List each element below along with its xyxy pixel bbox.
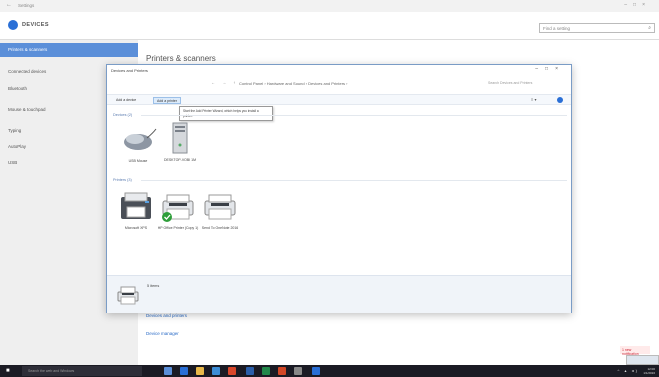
- devices-printers-window: Devices and Printers –□× ← → ↑ Control P…: [106, 64, 572, 313]
- dp-maximize-button[interactable]: □: [545, 66, 555, 72]
- notification-badge[interactable]: 1 new notification: [620, 346, 650, 356]
- help-icon[interactable]: [557, 97, 563, 103]
- printer-label: HP Office Printer (Copy 1): [157, 226, 199, 230]
- address-bar: ← → ↑ Control Panel › Hardware and Sound…: [107, 78, 571, 88]
- device-manager-link[interactable]: Device manager: [146, 331, 179, 336]
- printer-label: Microsoft XPS: [124, 226, 148, 230]
- start-windows-icon[interactable]: ■: [6, 368, 10, 374]
- taskbar: ■ Search the web and Windows ^ ▴ ◂) 12:0…: [0, 365, 659, 377]
- mouse-icon: [124, 128, 157, 150]
- file-explorer-icon[interactable]: [196, 367, 204, 375]
- settings-icon[interactable]: [294, 367, 302, 375]
- devices-and-printers-link[interactable]: Devices and printers: [146, 313, 187, 318]
- dp-toolbar: Add a device Add a printer ≡ ▾: [107, 94, 571, 105]
- computer-icon: [172, 122, 188, 154]
- clock-date: 1/1/2016: [643, 371, 655, 375]
- device-item[interactable]: USB Mouse: [117, 125, 159, 169]
- dp-window-title: Devices and Printers: [111, 68, 148, 73]
- settings-window-title: Settings: [18, 3, 35, 8]
- window-controls[interactable]: –□×: [624, 2, 651, 8]
- minimize-button[interactable]: –: [624, 2, 633, 8]
- dp-minimize-button[interactable]: –: [535, 66, 545, 72]
- view-options-icon[interactable]: ≡ ▾: [531, 97, 536, 102]
- printer-item[interactable]: HP Office Printer (Copy 1): [157, 191, 199, 247]
- app-icon[interactable]: [312, 367, 320, 375]
- mail-icon[interactable]: [228, 367, 236, 375]
- taskbar-search-input[interactable]: Search the web and Windows: [22, 366, 142, 376]
- printer-icon: [117, 286, 139, 305]
- store-icon[interactable]: [212, 367, 220, 375]
- close-button[interactable]: ×: [642, 2, 651, 8]
- add-printer-button[interactable]: Add a printer: [153, 97, 182, 104]
- back-arrow-icon[interactable]: ←: [6, 2, 12, 8]
- search-icon[interactable]: ⌕: [648, 25, 651, 31]
- dp-window-controls[interactable]: –□×: [535, 66, 565, 72]
- nav-arrows-icon[interactable]: ← → ↑: [211, 80, 238, 85]
- printer-item[interactable]: Send To OneNote 2016: [199, 191, 241, 241]
- system-tray[interactable]: ^ ▴ ◂): [618, 368, 639, 373]
- item-count: 5 items: [147, 284, 160, 288]
- maximize-button[interactable]: □: [633, 2, 642, 8]
- desktop-preview[interactable]: [626, 355, 659, 365]
- clock[interactable]: 12:00 1/1/2016: [643, 367, 655, 375]
- dp-search-input[interactable]: Search Devices and Printers: [485, 79, 567, 87]
- dp-titlebar: Devices and Printers –□×: [107, 65, 571, 75]
- settings-header: DEVICES Find a setting ⌕: [0, 12, 659, 40]
- task-view-icon[interactable]: [164, 367, 172, 375]
- device-label: DESKTOP-VOBI 1M: [163, 158, 197, 162]
- dp-close-button[interactable]: ×: [555, 66, 565, 72]
- edge-icon[interactable]: [180, 367, 188, 375]
- details-pane: 5 items: [107, 275, 571, 313]
- add-printer-tooltip: Start the Add Printer Wizard, which help…: [179, 106, 273, 121]
- divider: [141, 115, 567, 116]
- settings-titlebar: ← Settings –□×: [0, 0, 659, 12]
- word-icon[interactable]: [246, 367, 254, 375]
- default-check-icon: [162, 212, 172, 222]
- add-device-button[interactable]: Add a device: [113, 97, 139, 104]
- printer-icon: [121, 192, 151, 219]
- section-heading: Printers & scanners: [146, 54, 216, 63]
- powerpoint-icon[interactable]: [278, 367, 286, 375]
- printer-icon: [204, 194, 236, 220]
- excel-icon[interactable]: [262, 367, 270, 375]
- sidebar-item-printers-scanners[interactable]: Printers & scanners: [0, 43, 138, 57]
- search-input[interactable]: Find a setting ⌕: [539, 23, 655, 33]
- printer-item[interactable]: Microsoft XPS: [115, 191, 157, 241]
- search-placeholder: Find a setting: [543, 26, 571, 31]
- printers-group-label[interactable]: Printers (3): [113, 178, 132, 182]
- device-item[interactable]: DESKTOP-VOBI 1M: [159, 121, 201, 171]
- printer-label: Send To OneNote 2016: [201, 226, 239, 230]
- gear-icon: [8, 20, 18, 30]
- printer-icon: [162, 194, 194, 222]
- devices-group-label[interactable]: Devices (2): [113, 113, 132, 117]
- device-label: USB Mouse: [128, 159, 148, 163]
- page-title: DEVICES: [22, 22, 49, 28]
- divider: [141, 180, 567, 181]
